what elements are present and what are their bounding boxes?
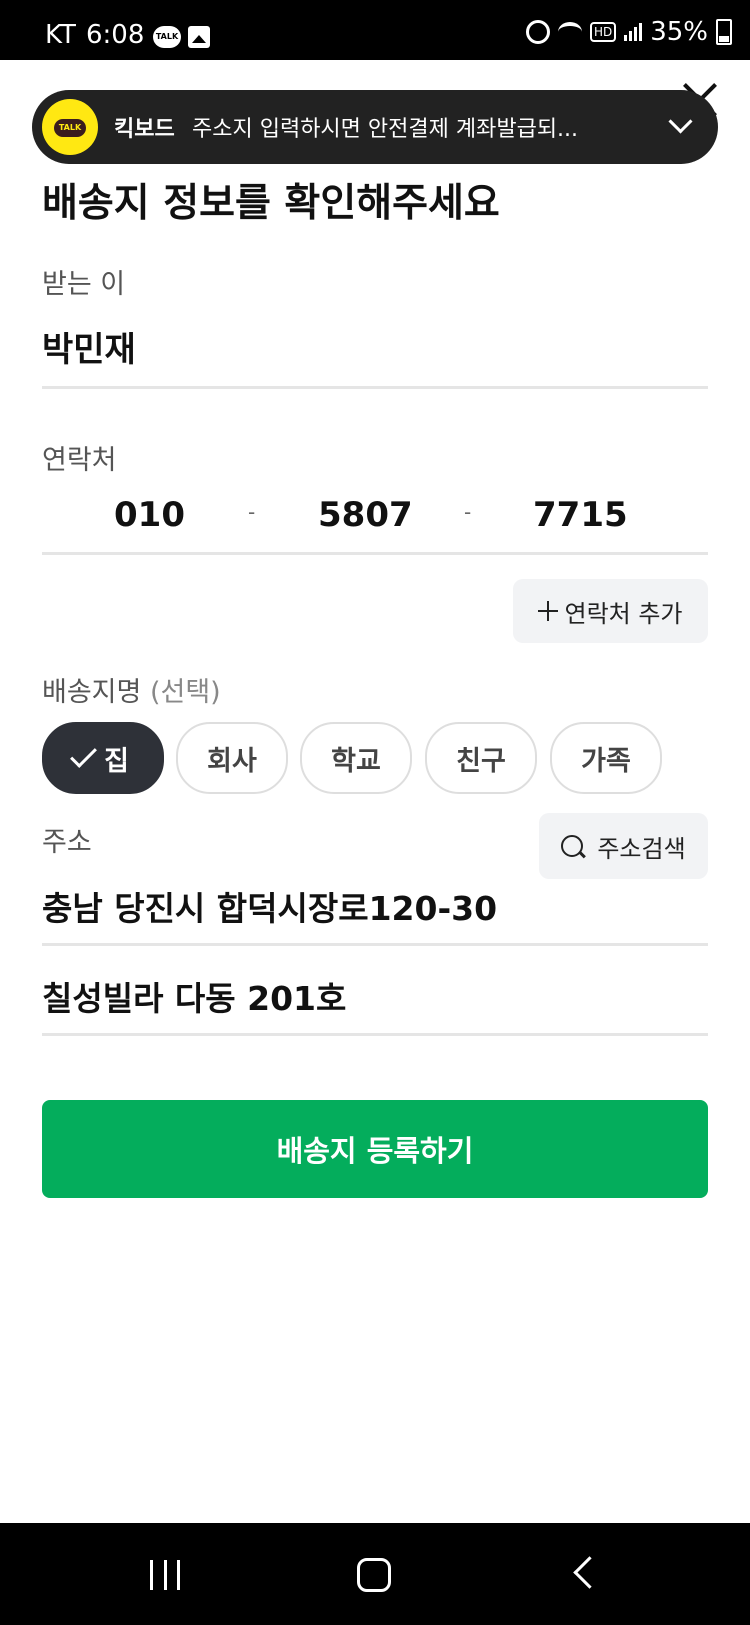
- back-icon[interactable]: [573, 1556, 606, 1589]
- recipient-input[interactable]: 박민재: [42, 322, 136, 371]
- kakaotalk-logo-icon: TALK: [42, 99, 98, 155]
- battery-icon: [716, 19, 732, 45]
- address-line1-underline: [42, 943, 708, 946]
- chip-home[interactable]: 집: [42, 722, 164, 794]
- signal-icon: [624, 23, 643, 41]
- chip-school[interactable]: 학교: [300, 722, 412, 794]
- notification-title: 킥보드: [114, 117, 175, 142]
- address-label: 주소: [42, 827, 92, 858]
- optional-label: (선택): [149, 677, 221, 708]
- status-bar: KT 6:08 TALK HD 35%: [0, 0, 750, 60]
- home-icon[interactable]: [357, 1558, 391, 1592]
- notification-message: 주소지 입력하시면 안전결제 계좌발급되...: [192, 117, 579, 142]
- phone-separator: -: [248, 500, 256, 524]
- phone-separator: -: [464, 500, 472, 524]
- page-title: 배송지 정보를 확인해주세요: [42, 181, 500, 226]
- chip-label: 가족: [581, 745, 631, 777]
- clock-time: 6:08: [86, 20, 145, 50]
- plus-icon: [538, 601, 559, 621]
- chip-family[interactable]: 가족: [550, 722, 662, 794]
- recent-apps-icon[interactable]: [150, 1560, 180, 1590]
- alarm-icon: [525, 20, 550, 44]
- status-icons: HD 35%: [525, 17, 732, 47]
- address-line2-input[interactable]: 칠성빌라 다동 201호: [42, 972, 346, 1020]
- contact-underline: [42, 552, 708, 555]
- register-address-button[interactable]: 배송지 등록하기: [42, 1100, 708, 1198]
- kakaotalk-icon: TALK: [153, 26, 181, 48]
- notification-banner[interactable]: TALK 킥보드 주소지 입력하시면 안전결제 계좌발급되...: [32, 90, 718, 164]
- recipient-label: 받는 이: [42, 269, 126, 300]
- add-contact-button[interactable]: 연락처 추가: [513, 579, 708, 643]
- chip-label: 집: [104, 745, 129, 777]
- address-line2-underline: [42, 1033, 708, 1036]
- battery-percent: 35%: [650, 17, 708, 47]
- chip-label: 회사: [207, 745, 257, 777]
- phone-part2-input[interactable]: 5807: [318, 495, 413, 535]
- navigation-bar: [0, 1523, 750, 1625]
- carrier-label: KT: [45, 20, 76, 50]
- phone-part3-input[interactable]: 7715: [533, 495, 628, 535]
- contact-label: 연락처: [42, 445, 117, 476]
- recipient-underline: [42, 386, 708, 389]
- chip-label: 친구: [456, 745, 506, 777]
- chip-label: 학교: [331, 745, 381, 777]
- search-icon: [561, 835, 584, 857]
- address-search-button[interactable]: 주소검색: [539, 813, 708, 879]
- chip-friend[interactable]: 친구: [425, 722, 537, 794]
- check-icon: [70, 740, 98, 768]
- gallery-icon: [188, 26, 210, 48]
- address-search-label: 주소검색: [597, 834, 686, 863]
- hd-voice-icon: HD: [589, 22, 617, 42]
- kakaotalk-logo-text: TALK: [54, 119, 86, 137]
- shipping-name-label: 배송지명 (선택): [42, 670, 221, 709]
- chevron-down-icon[interactable]: [668, 109, 693, 134]
- address-line1-input[interactable]: 충남 당진시 합덕시장로120-30: [42, 882, 497, 930]
- add-contact-label: 연락처 추가: [564, 599, 683, 628]
- wifi-icon: [557, 22, 582, 42]
- phone-part1-input[interactable]: 010: [114, 495, 185, 535]
- chip-company[interactable]: 회사: [176, 722, 288, 794]
- shipping-name-label-text: 배송지명: [42, 677, 142, 708]
